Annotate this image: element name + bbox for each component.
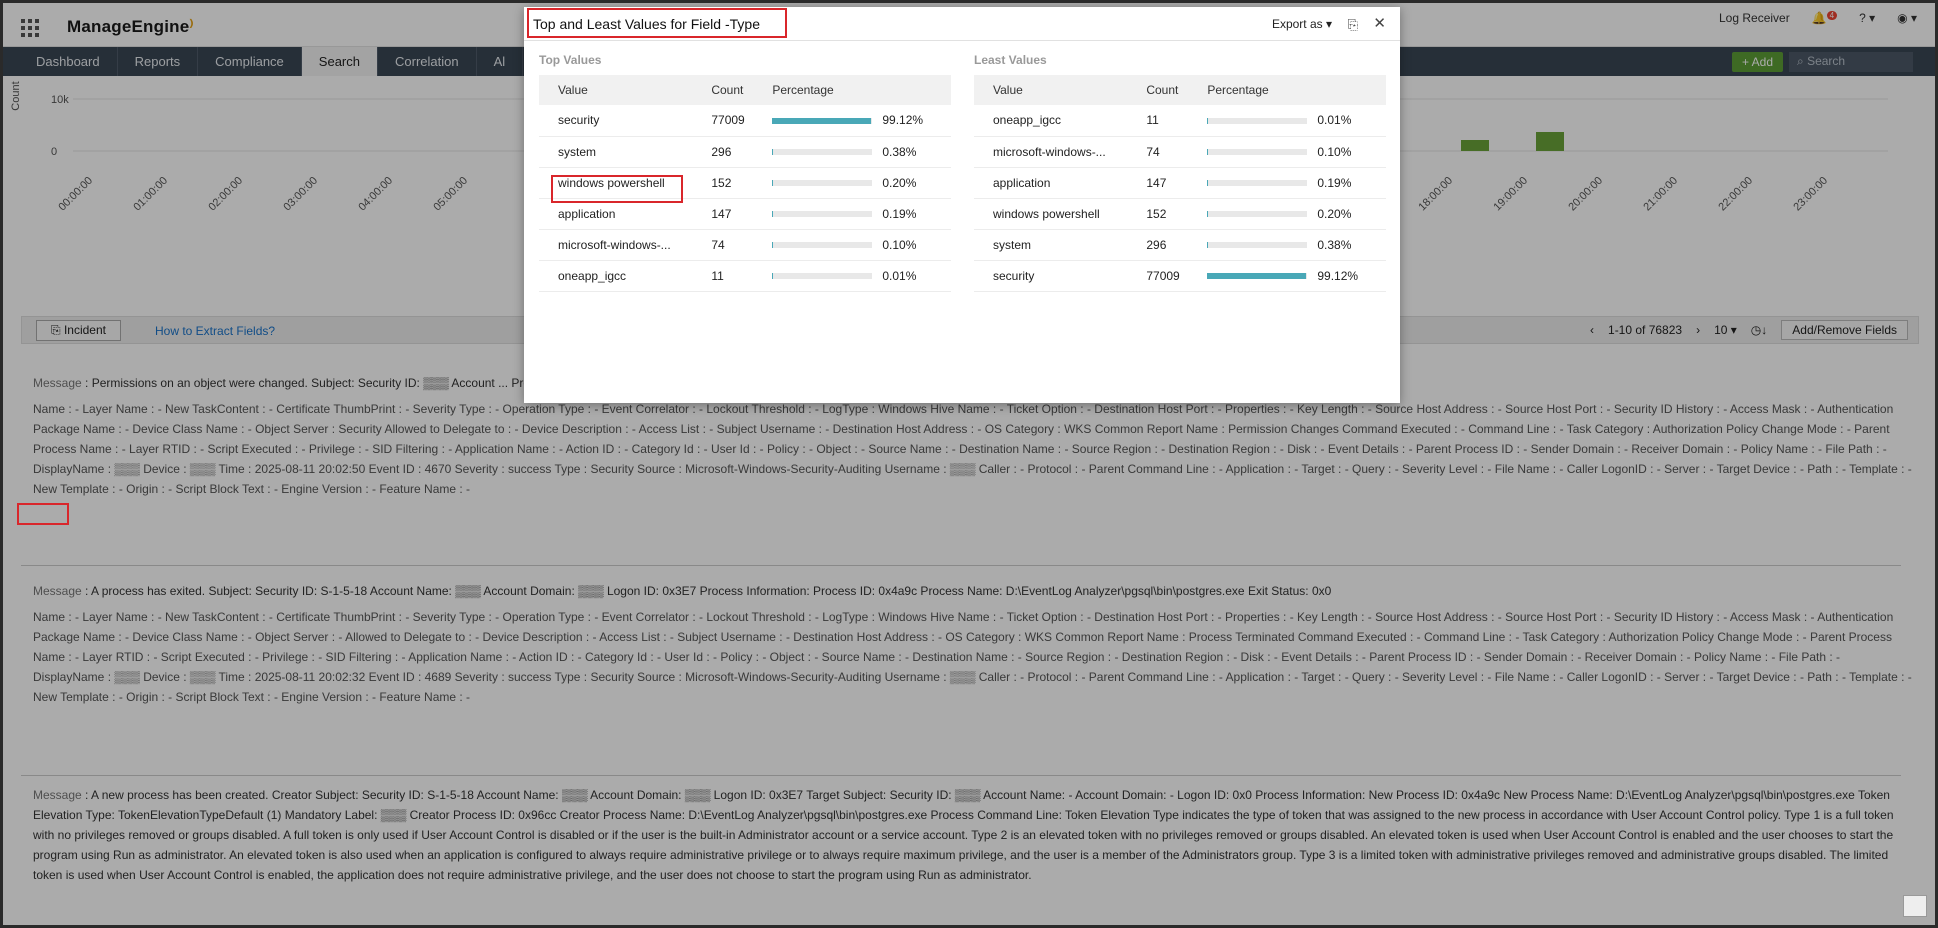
value-cell: system [539,136,693,168]
least-values-section: Least Values Value Count Percentage oneapp_… [974,53,1386,292]
count-cell: 74 [1127,136,1189,168]
title-highlight [527,8,787,38]
report-icon[interactable]: ⎘ [1348,17,1358,33]
percentage-cell: 0.20% [1188,198,1386,230]
count-cell: 11 [692,260,754,292]
value-row[interactable]: security 77009 99.12% [539,105,951,137]
percentage-bar [772,180,873,187]
count-cell: 74 [692,229,754,261]
count-cell: 296 [1127,229,1189,261]
top-values-heading: Top Values [539,53,602,67]
count-cell: 152 [1127,198,1189,230]
count-cell: 152 [692,167,754,199]
type-field-highlight [17,503,69,525]
percentage-bar [772,211,873,218]
top-values-section: Top Values Value Count Percentage security 7… [539,53,951,292]
value-cell: application [974,167,1128,199]
count-cell: 11 [1127,105,1189,137]
column-header: Count [692,75,754,105]
value-row[interactable]: security 77009 99.12% [974,260,1386,292]
app-window: ManageEngine⁾ Log Receiver 🔔 4 ? ▾ ◉ ▾ Da… [3,3,1935,925]
column-header: Percentage [1188,75,1386,105]
percentage-bar [1207,180,1308,187]
percentage-cell: 0.01% [1188,105,1386,137]
least-values-table: Value Count Percentage oneapp_igcc 11 0.01% m… [974,75,1386,292]
percentage-bar [772,118,873,125]
column-header: Value [974,75,1128,105]
value-row[interactable]: oneapp_igcc 11 0.01% [539,260,951,292]
percentage-cell: 99.12% [753,105,951,137]
count-cell: 147 [1127,167,1189,199]
top-least-values-dialog: Top and Least Values for Field -Type Exp… [524,7,1400,403]
value-row[interactable]: windows powershell 152 0.20% [974,198,1386,230]
percentage-bar [772,242,873,249]
count-cell: 77009 [1127,260,1189,292]
column-header: Percentage [753,75,951,105]
value-row[interactable]: microsoft-windows-... 74 0.10% [539,229,951,261]
percentage-cell: 0.01% [753,260,951,292]
value-row[interactable]: microsoft-windows-... 74 0.10% [974,136,1386,168]
percentage-cell: 0.20% [753,167,951,199]
value-cell: windows powershell [974,198,1128,230]
powershell-highlight [551,175,683,203]
column-header: Count [1127,75,1189,105]
value-cell: microsoft-windows-... [539,229,693,261]
count-cell: 77009 [692,105,754,137]
export-as-dropdown[interactable]: Export as ▾ [1272,17,1332,31]
percentage-cell: 99.12% [1188,260,1386,292]
value-cell: security [539,105,693,137]
column-header: Value [539,75,693,105]
value-row[interactable]: system 296 0.38% [539,136,951,168]
percentage-cell: 0.10% [1188,136,1386,168]
percentage-bar [1207,273,1308,280]
percentage-bar [1207,242,1308,249]
close-icon[interactable]: ✕ [1373,14,1386,32]
percentage-bar [1207,149,1308,156]
value-row[interactable]: application 147 0.19% [974,167,1386,199]
count-cell: 296 [692,136,754,168]
value-row[interactable]: oneapp_igcc 11 0.01% [974,105,1386,137]
percentage-bar [1207,118,1308,125]
percentage-bar [772,149,873,156]
percentage-bar [1207,211,1308,218]
percentage-cell: 0.19% [753,198,951,230]
percentage-cell: 0.38% [1188,229,1386,261]
percentage-cell: 0.10% [753,229,951,261]
chat-icon[interactable] [1903,895,1927,917]
percentage-cell: 0.19% [1188,167,1386,199]
value-cell: oneapp_igcc [539,260,693,292]
value-row[interactable]: system 296 0.38% [974,229,1386,261]
value-cell: microsoft-windows-... [974,136,1128,168]
percentage-cell: 0.38% [753,136,951,168]
value-cell: security [974,260,1128,292]
value-cell: oneapp_igcc [974,105,1128,137]
count-cell: 147 [692,198,754,230]
value-cell: system [974,229,1128,261]
least-values-heading: Least Values [974,53,1047,67]
percentage-bar [772,273,873,280]
